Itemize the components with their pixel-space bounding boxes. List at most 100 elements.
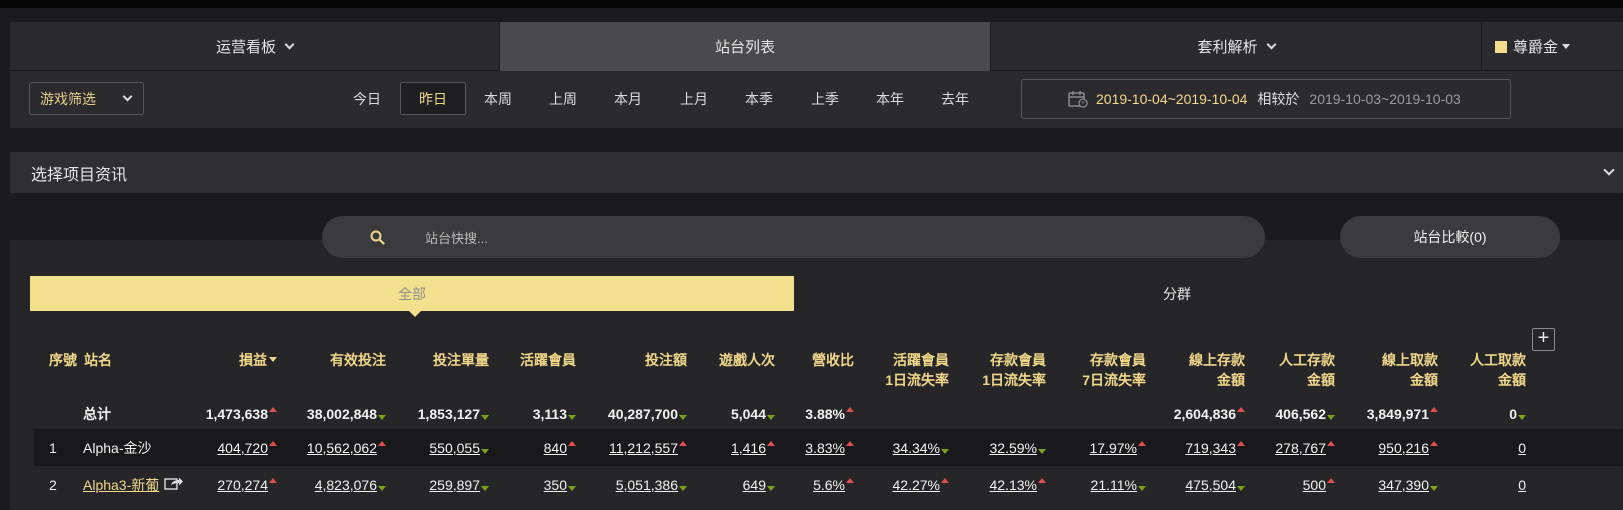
segment-all-tab[interactable]: 全部: [30, 276, 794, 311]
cell-deposit-churn-1d[interactable]: 32.59%: [990, 429, 1046, 466]
date-btn-last-year[interactable]: 去年: [923, 82, 987, 115]
cell-bet-amount[interactable]: 11,212,557: [609, 429, 687, 466]
cell-value: 3,113: [532, 405, 567, 422]
vip-color-swatch: [1495, 40, 1507, 53]
cell-valid-bet[interactable]: 4,823,076: [315, 466, 386, 503]
cell-valid-bet[interactable]: 10,562,062: [307, 429, 386, 466]
segment-group-tab[interactable]: 分群: [794, 276, 1560, 311]
cell-value: 500: [1302, 476, 1326, 493]
cell-value: 3.88%: [805, 405, 845, 422]
cell-bet-count[interactable]: 550,055: [429, 429, 489, 466]
trend-down-icon: [481, 415, 489, 420]
cell-bet-count[interactable]: 259,897: [429, 466, 489, 503]
game-filter-select[interactable]: 游戏筛选: [29, 82, 144, 115]
compare-range-value: 2019-10-03~2019-10-03: [1309, 91, 1461, 107]
chevron-down-icon: [122, 91, 133, 102]
trend-up-icon: [846, 478, 854, 483]
nav-tab-ops-board[interactable]: 运营看板: [10, 22, 499, 71]
cell-manual-deposit[interactable]: 278,767: [1275, 429, 1335, 466]
date-btn-this-month[interactable]: 本月: [596, 82, 660, 115]
cell-value: 1,473,638: [205, 405, 268, 422]
cell-manual-deposit: 406,562: [1275, 395, 1335, 432]
date-btn-this-year[interactable]: 本年: [858, 82, 922, 115]
cell-value: 350: [543, 476, 567, 493]
trend-up-icon: [767, 441, 775, 446]
header-line2: 7日流失率: [1082, 372, 1146, 388]
cell-revenue-ratio[interactable]: 5.6%: [813, 466, 854, 503]
cell-active-churn-1d[interactable]: 42.27%: [893, 466, 949, 503]
cell-online-withdraw[interactable]: 347,390: [1378, 466, 1438, 503]
cell-game-players: 5,044: [731, 395, 775, 432]
cell-revenue-ratio[interactable]: 3.83%: [805, 429, 854, 466]
cell-value: 5,051,386: [615, 476, 678, 493]
add-column-button[interactable]: +: [1532, 328, 1555, 351]
trend-up-icon: [846, 441, 854, 446]
header-active-members: 活躍會員: [520, 352, 576, 368]
cell-deposit-churn-7d[interactable]: 21.11%: [1091, 466, 1146, 503]
cell-online-deposit[interactable]: 719,343: [1185, 429, 1245, 466]
vip-level-dropdown[interactable]: 尊爵金: [1482, 22, 1623, 71]
caret-down-icon: [1562, 44, 1571, 49]
cell-value: 5.6%: [813, 476, 845, 493]
date-btn-yesterday[interactable]: 昨日: [400, 82, 466, 115]
cell-active-churn-1d[interactable]: 34.34%: [893, 429, 949, 466]
nav-tab-site-list[interactable]: 站台列表: [500, 22, 990, 71]
cell-value: 0: [1518, 439, 1526, 456]
row-index: 1: [49, 439, 57, 456]
header-line2: 金額: [1217, 372, 1245, 388]
date-btn-this-quarter[interactable]: 本季: [727, 82, 791, 115]
date-btn-last-week[interactable]: 上周: [531, 82, 595, 115]
cell-profit[interactable]: 404,720: [217, 429, 277, 466]
header-line1: 存款會員: [990, 352, 1046, 368]
share-icon[interactable]: [164, 476, 184, 493]
cell-active-members[interactable]: 840: [544, 429, 576, 466]
cell-deposit-churn-7d[interactable]: 17.97%: [1090, 429, 1146, 466]
date-btn-today[interactable]: 今日: [335, 82, 399, 115]
cell-game-players[interactable]: 1,416: [731, 429, 775, 466]
trend-down-icon: [378, 415, 386, 420]
header-manual-deposit: 人工存款 金額: [1279, 350, 1335, 390]
header-profit-sort[interactable]: 損益: [239, 350, 277, 370]
project-info-bar[interactable]: 选择项目资讯: [10, 152, 1623, 193]
date-btn-last-quarter[interactable]: 上季: [793, 82, 857, 115]
cell-manual-withdraw[interactable]: 0: [1518, 429, 1526, 466]
cell-value: 278,767: [1275, 439, 1326, 456]
site-name[interactable]: Alpha -金沙: [83, 429, 151, 466]
trend-up-icon: [846, 407, 854, 412]
cell-manual-withdraw[interactable]: 0: [1518, 466, 1526, 503]
chevron-down-icon: [1266, 39, 1276, 49]
date-range-picker[interactable]: 2019-10-04~2019-10-04 相较於 2019-10-03~201…: [1021, 79, 1511, 119]
cell-deposit-churn-1d[interactable]: 42.13%: [990, 466, 1046, 503]
trend-down-icon: [767, 486, 775, 491]
trend-up-icon: [1038, 478, 1046, 483]
chevron-down-icon: [1603, 164, 1615, 176]
header-online-withdraw: 線上取款 金額: [1382, 350, 1438, 390]
nav-tab-label: 套利解析: [1197, 39, 1258, 56]
cell-online-deposit[interactable]: 475,504: [1185, 466, 1245, 503]
trend-down-icon: [1518, 415, 1526, 420]
cell-profit[interactable]: 270,274: [217, 466, 277, 503]
cell-manual-deposit[interactable]: 500: [1303, 466, 1335, 503]
trend-up-icon: [1327, 441, 1335, 446]
date-btn-last-month[interactable]: 上月: [662, 82, 726, 115]
site-search-input[interactable]: 站台快搜...: [322, 216, 1265, 258]
nav-tab-arbitrage[interactable]: 套利解析: [991, 22, 1481, 71]
trend-up-icon: [941, 478, 949, 483]
calendar-icon: [1068, 90, 1088, 108]
cell-value: 2,604,836: [1173, 405, 1236, 422]
date-btn-this-week[interactable]: 本周: [466, 82, 530, 115]
trend-up-icon: [1430, 407, 1438, 412]
cell-online-withdraw[interactable]: 950,216: [1378, 429, 1438, 466]
cell-bet-amount[interactable]: 5,051,386: [616, 466, 687, 503]
site-name-link[interactable]: Alpha3 -新葡: [83, 466, 184, 503]
cell-game-players[interactable]: 649: [743, 466, 775, 503]
trend-up-icon: [269, 478, 277, 483]
cell-active-members[interactable]: 350: [544, 466, 576, 503]
site-compare-button[interactable]: 站台比較(0): [1340, 216, 1560, 258]
table-row: 1 Alpha -金沙 404,720 10,562,062 550,055 840 11…: [34, 429, 1623, 466]
search-icon: [370, 230, 385, 245]
main-nav: 运营看板 站台列表 套利解析 尊爵金: [10, 22, 1623, 71]
cell-value: 404,720: [217, 439, 268, 456]
cell-value: 32.59%: [989, 439, 1037, 456]
header-line2: 金額: [1498, 372, 1526, 388]
